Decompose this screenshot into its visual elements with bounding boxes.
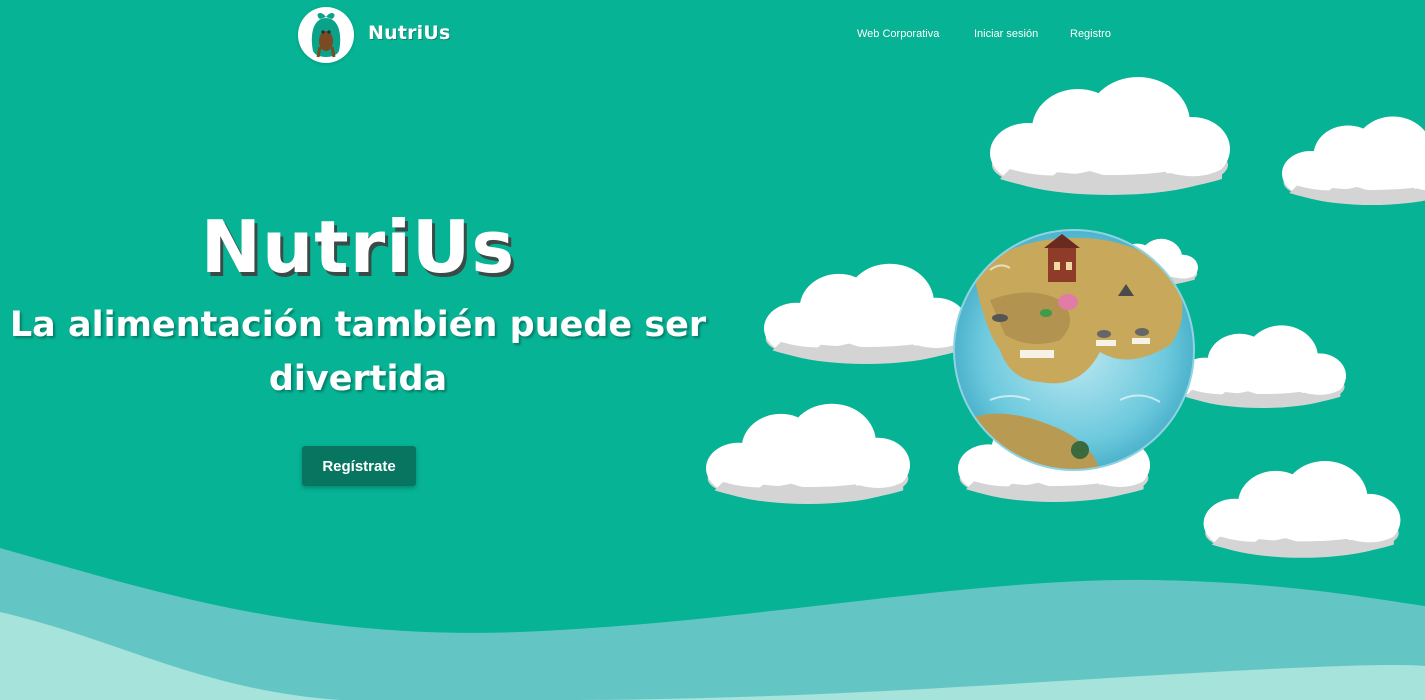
cloud: [1178, 325, 1346, 408]
cloud: [706, 403, 910, 504]
hero-title: NutriUs: [200, 205, 516, 289]
cloud: [1203, 461, 1401, 558]
cloud: [1282, 116, 1425, 205]
hero-subtitle: La alimentación también puede ser divert…: [9, 305, 707, 399]
cloud: [764, 263, 968, 364]
cloud: [990, 77, 1230, 195]
register-button[interactable]: Regístrate: [302, 446, 416, 486]
island-globe-illustration: [953, 229, 1195, 471]
